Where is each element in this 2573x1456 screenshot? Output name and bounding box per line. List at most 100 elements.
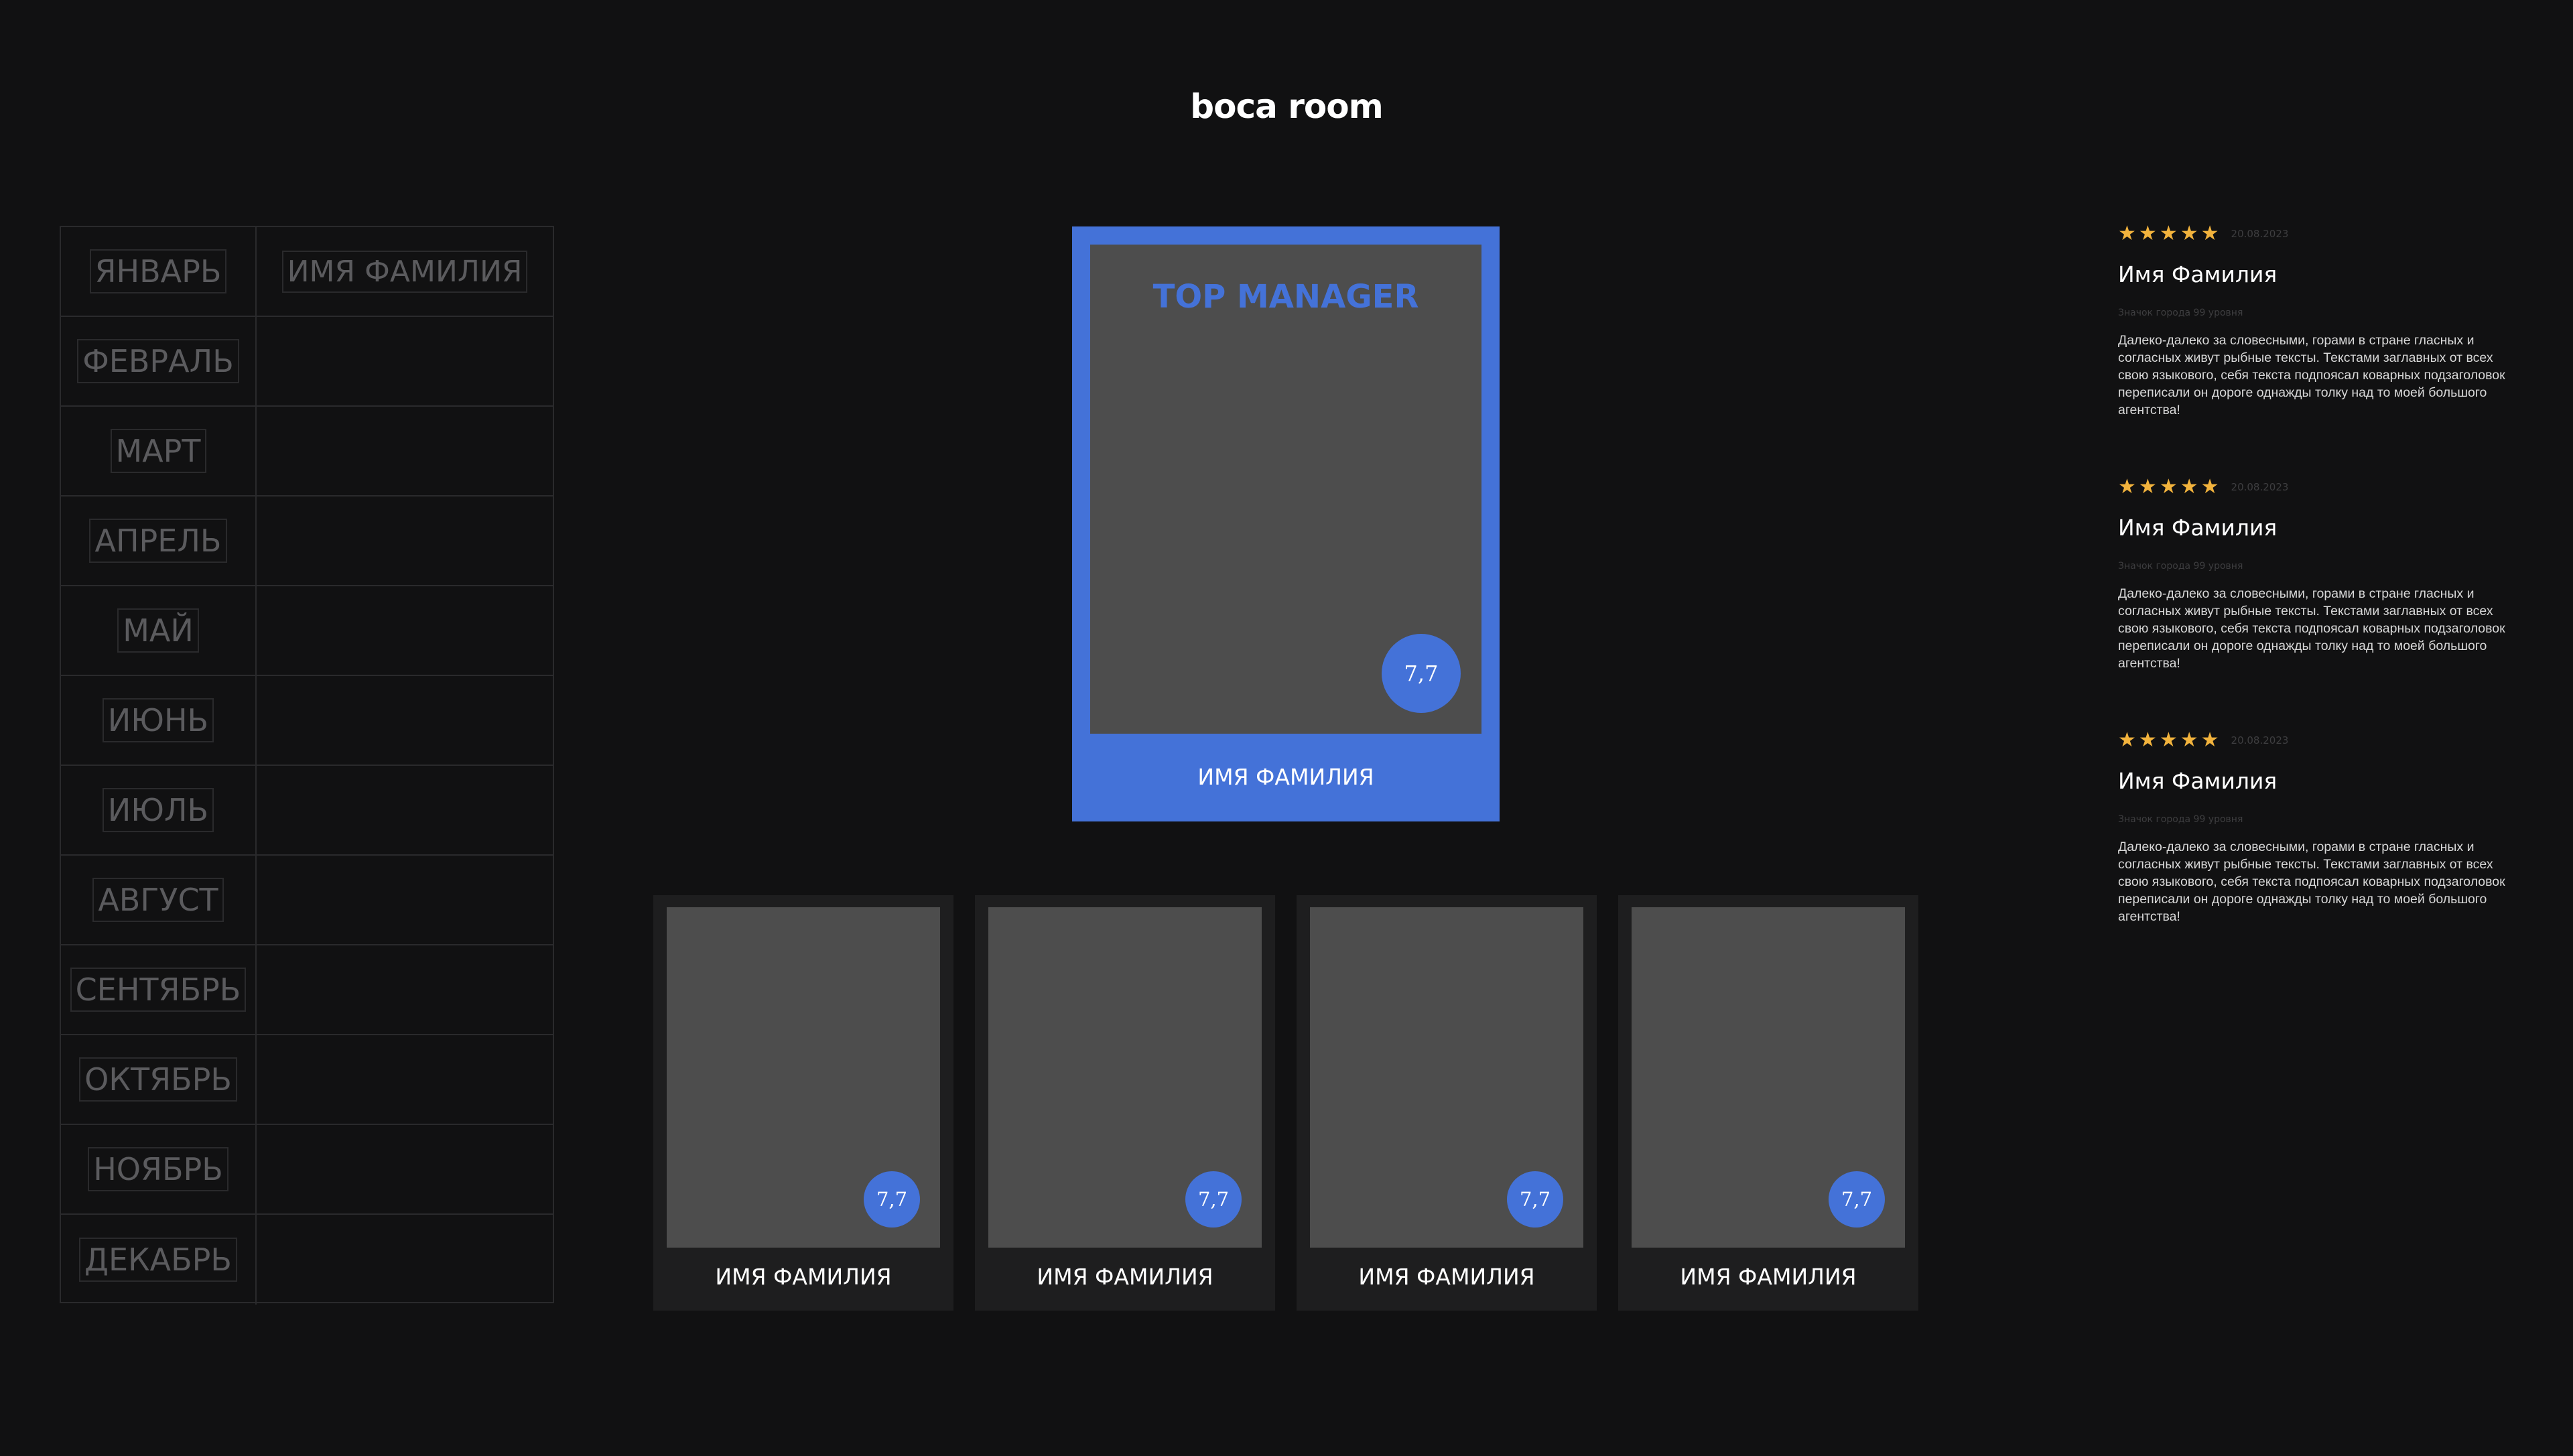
month-cell: ФЕВРАЛЬ bbox=[61, 317, 257, 405]
month-label[interactable]: ФЕВРАЛЬ bbox=[77, 339, 239, 383]
month-label[interactable]: АВГУСТ bbox=[92, 878, 224, 922]
reviewer-name: Имя Фамилия bbox=[2118, 261, 2278, 287]
winner-cell bbox=[257, 1035, 553, 1124]
month-cell: МАЙ bbox=[61, 586, 257, 675]
star-icon: ★ bbox=[2138, 728, 2157, 752]
month-label[interactable]: ЯНВАРЬ bbox=[89, 249, 227, 293]
winner-cell bbox=[257, 497, 553, 585]
month-label[interactable]: ДЕКАБРЬ bbox=[79, 1238, 237, 1282]
month-label[interactable]: НОЯБРЬ bbox=[88, 1147, 228, 1191]
winner-cell: ИМЯ ФАМИЛИЯ bbox=[257, 227, 553, 316]
manager-card[interactable]: 7,7 ИМЯ ФАМИЛИЯ bbox=[975, 895, 1275, 1311]
star-icon: ★ bbox=[2118, 728, 2136, 752]
rating-badge: 7,7 bbox=[864, 1171, 920, 1228]
month-label[interactable]: СЕНТЯБРЬ bbox=[70, 968, 247, 1012]
month-label[interactable]: ИЮНЬ bbox=[102, 698, 214, 742]
review-text: Далеко-далеко за словесными, горами в ст… bbox=[2118, 840, 2505, 924]
reviewer-meta: Значок города 99 уровня bbox=[2118, 814, 2243, 825]
manager-photo: 7,7 bbox=[667, 907, 940, 1248]
winner-cell bbox=[257, 945, 553, 1034]
month-label[interactable]: МАРТ bbox=[110, 429, 206, 473]
rating-badge: 7,7 bbox=[1382, 634, 1461, 713]
review-item: ★ ★ ★ ★ ★ 20.08.2023 Имя Фамилия Значок … bbox=[2118, 477, 2513, 730]
star-icon: ★ bbox=[2180, 222, 2198, 245]
months-table: ЯНВАРЬ ИМЯ ФАМИЛИЯ ФЕВРАЛЬ МАРТ АПРЕЛЬ М… bbox=[60, 226, 554, 1305]
star-icon: ★ bbox=[2180, 475, 2198, 499]
winner-cell bbox=[257, 676, 553, 765]
star-icon: ★ bbox=[2159, 728, 2178, 752]
top-manager-photo: TOP MANAGER 7,7 bbox=[1090, 245, 1481, 734]
manager-photo: 7,7 bbox=[1310, 907, 1583, 1248]
reviewer-meta: Значок города 99 уровня bbox=[2118, 308, 2243, 318]
brand-logo[interactable]: boca room bbox=[0, 87, 2573, 126]
month-row: ФЕВРАЛЬ bbox=[61, 317, 553, 407]
month-row: ДЕКАБРЬ bbox=[61, 1215, 553, 1305]
month-row: ИЮЛЬ bbox=[61, 766, 553, 856]
star-icon: ★ bbox=[2138, 222, 2157, 245]
month-label[interactable]: МАЙ bbox=[117, 608, 199, 653]
manager-photo: 7,7 bbox=[1632, 907, 1905, 1248]
month-label[interactable]: ИЮЛЬ bbox=[102, 788, 214, 832]
reviewer-name: Имя Фамилия bbox=[2118, 768, 2278, 794]
review-text: Далеко-далеко за словесными, горами в ст… bbox=[2118, 586, 2505, 671]
month-row: ОКТЯБРЬ bbox=[61, 1035, 553, 1125]
winner-name[interactable]: ИМЯ ФАМИЛИЯ bbox=[281, 250, 528, 293]
review-date: 20.08.2023 bbox=[2231, 734, 2289, 746]
manager-card[interactable]: 7,7 ИМЯ ФАМИЛИЯ bbox=[1618, 895, 1918, 1311]
top-manager-name: ИМЯ ФАМИЛИЯ bbox=[1197, 764, 1374, 790]
star-icon: ★ bbox=[2180, 728, 2198, 752]
month-row: МАЙ bbox=[61, 586, 553, 676]
star-rating: ★ ★ ★ ★ ★ 20.08.2023 bbox=[2118, 730, 2513, 750]
star-icon: ★ bbox=[2200, 475, 2219, 499]
star-icon: ★ bbox=[2118, 222, 2136, 245]
month-cell: АПРЕЛЬ bbox=[61, 497, 257, 585]
winner-cell bbox=[257, 586, 553, 675]
rating-badge: 7,7 bbox=[1185, 1171, 1242, 1228]
month-cell: МАРТ bbox=[61, 407, 257, 495]
winner-cell bbox=[257, 766, 553, 854]
month-cell: ИЮНЬ bbox=[61, 676, 257, 765]
month-label[interactable]: ОКТЯБРЬ bbox=[79, 1057, 237, 1102]
winner-cell bbox=[257, 407, 553, 495]
star-icon: ★ bbox=[2159, 222, 2178, 245]
winner-cell bbox=[257, 1125, 553, 1213]
month-row: НОЯБРЬ bbox=[61, 1125, 553, 1215]
review-text: Далеко-далеко за словесными, горами в ст… bbox=[2118, 333, 2505, 417]
manager-name: ИМЯ ФАМИЛИЯ bbox=[1358, 1264, 1535, 1290]
manager-card[interactable]: 7,7 ИМЯ ФАМИЛИЯ bbox=[653, 895, 953, 1311]
review-date: 20.08.2023 bbox=[2231, 228, 2289, 240]
star-icon: ★ bbox=[2200, 222, 2219, 245]
rating-badge: 7,7 bbox=[1507, 1171, 1563, 1228]
month-row: ИЮНЬ bbox=[61, 676, 553, 766]
review-item: ★ ★ ★ ★ ★ 20.08.2023 Имя Фамилия Значок … bbox=[2118, 224, 2513, 477]
month-row: МАРТ bbox=[61, 407, 553, 497]
star-icon: ★ bbox=[2118, 475, 2136, 499]
month-row: СЕНТЯБРЬ bbox=[61, 945, 553, 1035]
month-row: ЯНВАРЬ ИМЯ ФАМИЛИЯ bbox=[61, 227, 553, 317]
star-rating: ★ ★ ★ ★ ★ 20.08.2023 bbox=[2118, 477, 2513, 497]
winner-cell bbox=[257, 317, 553, 405]
month-cell: ДЕКАБРЬ bbox=[61, 1215, 257, 1305]
month-label[interactable]: АПРЕЛЬ bbox=[89, 519, 227, 563]
month-cell: ИЮЛЬ bbox=[61, 766, 257, 854]
reviewer-name: Имя Фамилия bbox=[2118, 515, 2278, 541]
rating-badge: 7,7 bbox=[1829, 1171, 1885, 1228]
star-rating: ★ ★ ★ ★ ★ 20.08.2023 bbox=[2118, 224, 2513, 244]
month-cell: НОЯБРЬ bbox=[61, 1125, 257, 1213]
month-row: АПРЕЛЬ bbox=[61, 497, 553, 586]
month-cell: АВГУСТ bbox=[61, 856, 257, 944]
manager-photo: 7,7 bbox=[988, 907, 1262, 1248]
review-date: 20.08.2023 bbox=[2231, 481, 2289, 493]
month-row: АВГУСТ bbox=[61, 856, 553, 945]
winner-cell bbox=[257, 1215, 553, 1305]
manager-name: ИМЯ ФАМИЛИЯ bbox=[1680, 1264, 1857, 1290]
manager-name: ИМЯ ФАМИЛИЯ bbox=[715, 1264, 892, 1290]
month-cell: ЯНВАРЬ bbox=[61, 227, 257, 316]
top-manager-card[interactable]: TOP MANAGER 7,7 ИМЯ ФАМИЛИЯ bbox=[1072, 226, 1500, 821]
review-item: ★ ★ ★ ★ ★ 20.08.2023 Имя Фамилия Значок … bbox=[2118, 730, 2513, 984]
manager-card[interactable]: 7,7 ИМЯ ФАМИЛИЯ bbox=[1297, 895, 1597, 1311]
star-icon: ★ bbox=[2200, 728, 2219, 752]
star-icon: ★ bbox=[2159, 475, 2178, 499]
reviewer-meta: Значок города 99 уровня bbox=[2118, 561, 2243, 572]
top-manager-title: TOP MANAGER bbox=[1152, 278, 1419, 316]
